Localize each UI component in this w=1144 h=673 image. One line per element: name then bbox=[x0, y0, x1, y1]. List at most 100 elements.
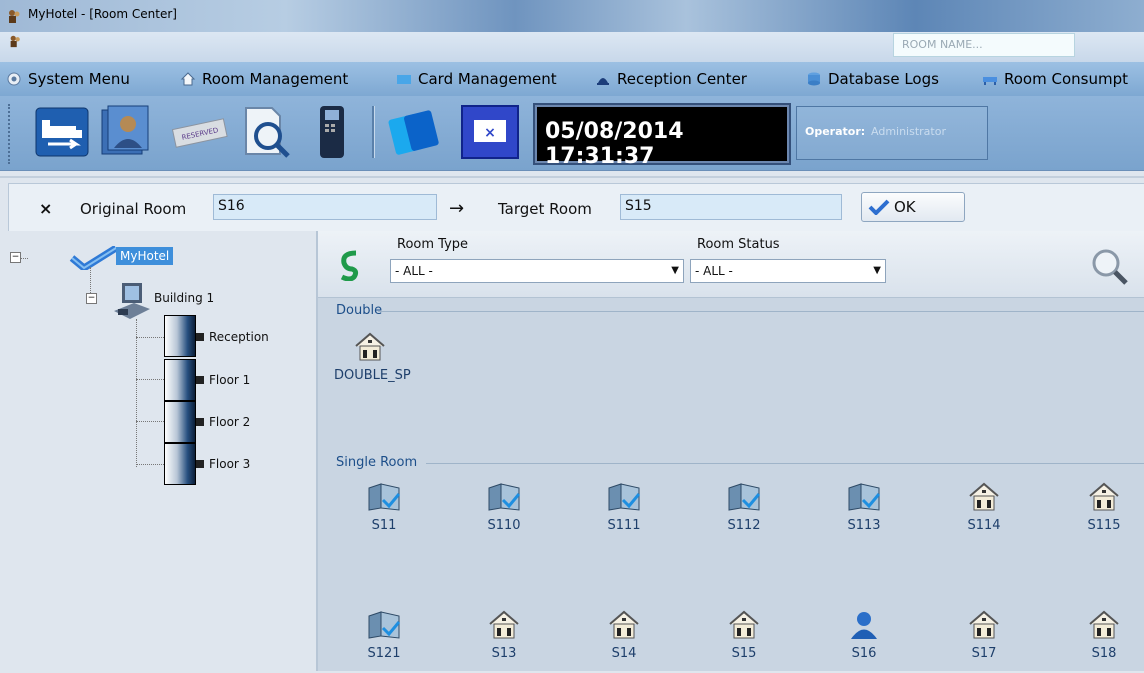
tree-collapse-toggle[interactable]: − bbox=[10, 252, 21, 263]
reserved-card-icon[interactable]: RESERVED bbox=[170, 104, 230, 160]
check-icon bbox=[868, 199, 890, 215]
room-status-value: - ALL - bbox=[695, 264, 733, 278]
dirty-room-icon bbox=[608, 483, 641, 511]
room-name: S114 bbox=[967, 518, 1001, 533]
dirty-room-icon bbox=[848, 483, 881, 511]
room-name-search-input[interactable]: ROOM NAME... bbox=[893, 33, 1075, 57]
menu-label: Card Management bbox=[418, 70, 557, 88]
hotel-tree: − MyHotel − Building 1 Reception Floor 1… bbox=[8, 231, 318, 671]
original-room-field[interactable]: S16 bbox=[213, 194, 437, 220]
room-tile[interactable]: S11 bbox=[352, 482, 416, 533]
card-encoder-icon[interactable] bbox=[312, 104, 352, 160]
room-tile[interactable]: S13 bbox=[472, 610, 536, 661]
app-icon[interactable] bbox=[8, 34, 22, 48]
room-name: S13 bbox=[491, 646, 517, 661]
group-divider bbox=[426, 463, 1144, 464]
vacant-room-icon bbox=[609, 610, 639, 639]
original-room-label: Original Room bbox=[80, 200, 187, 218]
tree-node-floor[interactable]: Floor 1 bbox=[209, 373, 250, 387]
menu-card-management[interactable]: Card Management bbox=[396, 70, 557, 88]
ok-label: OK bbox=[894, 198, 916, 216]
vacant-room-icon bbox=[969, 482, 999, 511]
target-room-label: Target Room bbox=[498, 200, 592, 218]
ok-button[interactable]: OK bbox=[861, 192, 965, 222]
cards-icon[interactable] bbox=[386, 104, 446, 160]
room-tile[interactable]: S115 bbox=[1072, 482, 1136, 533]
app-icon bbox=[9, 10, 20, 23]
menu-label: Room Consumpt bbox=[1004, 70, 1128, 88]
tree-line bbox=[136, 337, 164, 338]
menu-system[interactable]: System Menu bbox=[6, 70, 130, 88]
floor-icon bbox=[164, 401, 196, 443]
card-icon bbox=[397, 75, 411, 84]
room-tile[interactable]: S14 bbox=[592, 610, 656, 661]
room-name: S110 bbox=[487, 518, 521, 533]
vacant-room-icon bbox=[1089, 482, 1119, 511]
toolbar: RESERVED × 05/08/2014 17:31:37 Operator:… bbox=[0, 96, 1144, 171]
vacant-room-icon bbox=[355, 332, 385, 361]
menu-label: Room Management bbox=[202, 70, 349, 88]
floor-marker-icon bbox=[196, 460, 204, 468]
room-name: S113 bbox=[847, 518, 881, 533]
refresh-icon[interactable] bbox=[338, 249, 362, 281]
room-tile[interactable]: S18 bbox=[1072, 610, 1136, 661]
room-tile[interactable]: S15 bbox=[712, 610, 776, 661]
room-status-select[interactable]: - ALL - ▼ bbox=[690, 259, 886, 283]
checkin-bed-icon[interactable] bbox=[34, 104, 90, 160]
guest-profile-icon[interactable] bbox=[96, 104, 152, 160]
room-name: S14 bbox=[611, 646, 637, 661]
room-tile[interactable]: S113 bbox=[832, 482, 896, 533]
toolbar-grip[interactable] bbox=[8, 104, 14, 164]
cancel-card-icon[interactable]: × bbox=[460, 104, 520, 160]
menu-room-management[interactable]: Room Management bbox=[180, 70, 348, 88]
menu-bar: System Menu Room Management Card Managem… bbox=[0, 62, 1144, 96]
room-type-value: - ALL - bbox=[395, 264, 433, 278]
room-type-select[interactable]: - ALL - ▼ bbox=[390, 259, 684, 283]
menu-label: Reception Center bbox=[617, 70, 747, 88]
floor-icon bbox=[164, 359, 196, 401]
menu-database-logs[interactable]: Database Logs bbox=[806, 70, 939, 88]
room-name: S17 bbox=[971, 646, 997, 661]
building-computer-icon bbox=[114, 283, 150, 319]
tree-node-root[interactable]: MyHotel bbox=[116, 247, 174, 265]
floor-marker-icon bbox=[196, 333, 204, 341]
floor-marker-icon bbox=[196, 418, 204, 426]
occupied-room-icon bbox=[851, 612, 877, 639]
vacant-room-icon bbox=[489, 610, 519, 639]
room-tile[interactable]: S121 bbox=[352, 610, 416, 661]
vacant-room-icon bbox=[969, 610, 999, 639]
target-room-field[interactable]: S15 bbox=[620, 194, 842, 220]
search-icon[interactable] bbox=[1090, 247, 1130, 287]
tree-node-building[interactable]: Building 1 bbox=[154, 291, 214, 305]
room-tile[interactable]: DOUBLE_SP bbox=[334, 332, 414, 383]
tree-node-floor[interactable]: Floor 3 bbox=[209, 457, 250, 471]
room-tile[interactable]: S112 bbox=[712, 482, 776, 533]
tree-line bbox=[136, 421, 164, 422]
clock-display: 05/08/2014 17:31:37 bbox=[533, 103, 791, 169]
gear-icon bbox=[7, 72, 21, 86]
room-name: S112 bbox=[727, 518, 761, 533]
change-room-bar: × Original Room S16 → Target Room S15 OK bbox=[8, 183, 1144, 233]
room-name: S11 bbox=[371, 518, 397, 533]
close-panel-button[interactable]: × bbox=[39, 199, 52, 218]
window-title: MyHotel - [Room Center] bbox=[28, 7, 177, 21]
menu-label: System Menu bbox=[28, 70, 130, 88]
tree-node-floor[interactable]: Reception bbox=[209, 330, 269, 344]
tree-node-floor[interactable]: Floor 2 bbox=[209, 415, 250, 429]
menu-reception-center[interactable]: Reception Center bbox=[595, 70, 747, 88]
tree-collapse-toggle[interactable]: − bbox=[86, 293, 97, 304]
database-icon bbox=[808, 72, 820, 86]
tree-line bbox=[136, 379, 164, 380]
room-tile[interactable]: S17 bbox=[952, 610, 1016, 661]
room-name: S18 bbox=[1091, 646, 1117, 661]
room-tile[interactable]: S16 bbox=[832, 610, 896, 661]
operator-name: Administrator bbox=[871, 125, 946, 138]
room-tile[interactable]: S114 bbox=[952, 482, 1016, 533]
menu-room-consumption[interactable]: Room Consumpt bbox=[982, 70, 1128, 88]
room-tile[interactable]: S110 bbox=[472, 482, 536, 533]
room-tile[interactable]: S111 bbox=[592, 482, 656, 533]
dirty-room-icon bbox=[368, 611, 401, 639]
dirty-room-icon bbox=[728, 483, 761, 511]
search-document-icon[interactable] bbox=[238, 104, 294, 160]
group-label-single: Single Room bbox=[336, 455, 418, 470]
